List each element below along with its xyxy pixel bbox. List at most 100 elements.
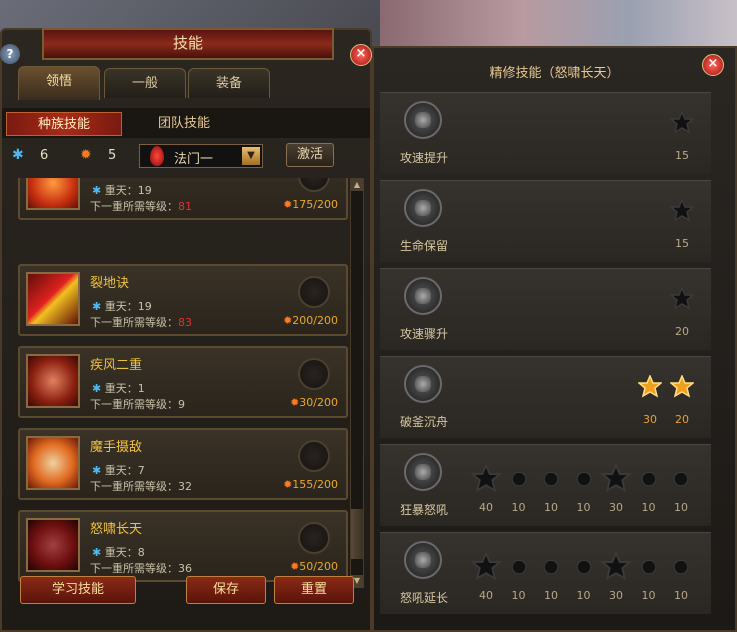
skill-name: 怒啸长天 bbox=[90, 522, 143, 537]
skill-points: ✹155/200 bbox=[283, 478, 338, 491]
star-cost: 10 bbox=[576, 501, 591, 514]
refinement-row[interactable]: 狂暴怒吼 40 10 10 10 30 10 10 bbox=[380, 444, 711, 526]
tab-equipment[interactable]: 装备 bbox=[188, 68, 270, 98]
refinement-name: 怒吼延长 bbox=[399, 591, 448, 605]
method-select-value: 法门一 bbox=[174, 152, 214, 167]
skill-slot[interactable] bbox=[298, 178, 330, 192]
skill-row[interactable]: 怒啸长天 ✱ 重天：8 下一重所需等级：36 ✹50/200 bbox=[18, 510, 348, 582]
subtab-race-skills[interactable]: 种族技能 bbox=[6, 112, 122, 136]
star-cost: 30 bbox=[643, 413, 657, 426]
star-cost: 10 bbox=[641, 501, 656, 514]
flame-icon: ✹ bbox=[80, 147, 92, 163]
star-icon[interactable] bbox=[670, 287, 694, 311]
star-cost: 10 bbox=[511, 589, 526, 602]
star-cost: 15 bbox=[675, 149, 689, 162]
star-cost: 20 bbox=[675, 413, 689, 426]
star-cost: 15 bbox=[675, 237, 689, 250]
beast-head-icon bbox=[404, 453, 442, 491]
star-cost: 10 bbox=[674, 589, 688, 602]
close-icon[interactable]: × bbox=[350, 44, 372, 66]
tab-general[interactable]: 一般 bbox=[104, 68, 186, 98]
refinement-window: 精修技能（怒啸长天） × 攻速提升 15 生命保留 15 攻速骤升 20 破釜沉舟 30 20 狂… bbox=[372, 46, 737, 632]
save-button[interactable]: 保存 bbox=[186, 576, 266, 604]
snowflake-icon: ✱ bbox=[12, 147, 24, 163]
chevron-down-icon[interactable]: ▼ bbox=[242, 147, 260, 165]
background-scenery bbox=[380, 0, 737, 50]
close-icon[interactable]: × bbox=[702, 54, 724, 76]
learn-skill-button[interactable]: 学习技能 bbox=[20, 576, 136, 604]
activate-button[interactable]: 激活 bbox=[286, 143, 334, 167]
reset-button[interactable]: 重置 bbox=[274, 576, 354, 604]
star-icon[interactable] bbox=[601, 464, 631, 494]
skill-slot[interactable] bbox=[298, 522, 330, 554]
fist-skill-icon bbox=[26, 178, 80, 210]
beast-head-icon bbox=[404, 277, 442, 315]
star-icon[interactable] bbox=[670, 111, 694, 135]
refinement-row[interactable]: 怒吼延长 40 10 10 10 30 10 10 bbox=[380, 532, 711, 614]
star-lit-icon[interactable] bbox=[670, 375, 694, 399]
star-icon[interactable] bbox=[640, 558, 658, 576]
refinement-row[interactable]: 攻速骤升 20 bbox=[380, 268, 711, 350]
skill-slot[interactable] bbox=[298, 276, 330, 308]
star-cost: 40 bbox=[479, 501, 493, 514]
skill-slot[interactable] bbox=[298, 358, 330, 390]
star-lit-icon[interactable] bbox=[638, 375, 662, 399]
star-cost: 10 bbox=[511, 501, 526, 514]
star-icon[interactable] bbox=[601, 552, 631, 582]
star-icon[interactable] bbox=[670, 199, 694, 223]
subtab-team-skills[interactable]: 团队技能 bbox=[126, 112, 242, 136]
star-cost: 40 bbox=[479, 589, 493, 602]
skill-next-level: 下一重所需等级：9 bbox=[90, 398, 185, 411]
star-icon[interactable] bbox=[510, 470, 528, 488]
scroll-up-icon[interactable]: ▲ bbox=[351, 179, 363, 191]
skill-name: 裂地诀 bbox=[90, 276, 130, 291]
refinement-name: 生命保留 bbox=[399, 239, 448, 253]
sub-tabs: 种族技能 团队技能 bbox=[2, 108, 370, 138]
window-title: 技能 bbox=[42, 28, 334, 60]
star-icon[interactable] bbox=[471, 464, 501, 494]
skill-row[interactable]: 裂地诀 ✱ 重天：19 下一重所需等级：83 ✹200/200 bbox=[18, 264, 348, 336]
star-cost: 30 bbox=[609, 501, 623, 514]
star-cost: 20 bbox=[675, 325, 689, 338]
skill-name: 魔手摄敌 bbox=[90, 440, 143, 455]
help-icon[interactable]: ? bbox=[0, 44, 20, 64]
skill-points: ✹200/200 bbox=[283, 314, 338, 327]
refinement-name: 攻速提升 bbox=[399, 151, 448, 165]
beast-head-icon bbox=[404, 189, 442, 227]
skill-row[interactable]: 疾风二重 ✱ 重天：1 下一重所需等级：9 ✹30/200 bbox=[18, 346, 348, 418]
beast-head-icon bbox=[404, 101, 442, 139]
palm-skill-icon bbox=[26, 436, 80, 490]
star-icon[interactable] bbox=[672, 470, 690, 488]
gale-skill-icon bbox=[26, 354, 80, 408]
skill-list: ✱ 重天：19 下一重所需等级：81 ✹175/200 裂地诀 ✱ 重天：19 … bbox=[8, 178, 348, 596]
tab-comprehension[interactable]: 领悟 bbox=[18, 66, 100, 100]
star-cost: 10 bbox=[576, 589, 591, 602]
method-select[interactable]: 法门一 ▼ bbox=[139, 144, 263, 168]
skill-row[interactable]: ✱ 重天：19 下一重所需等级：81 ✹175/200 bbox=[18, 178, 348, 220]
star-icon[interactable] bbox=[471, 552, 501, 582]
star-icon[interactable] bbox=[672, 558, 690, 576]
skill-level: ✱ 重天：7 bbox=[92, 464, 145, 477]
star-cost: 10 bbox=[544, 501, 558, 514]
skill-next-level: 下一重所需等级：32 bbox=[90, 480, 192, 493]
scroll-thumb[interactable] bbox=[351, 509, 363, 559]
skill-slot[interactable] bbox=[298, 440, 330, 472]
skill-row[interactable]: 魔手摄敌 ✱ 重天：7 下一重所需等级：32 ✹155/200 bbox=[18, 428, 348, 500]
refinement-row[interactable]: 破釜沉舟 30 20 bbox=[380, 356, 711, 438]
blood-drop-icon bbox=[150, 146, 164, 166]
star-icon[interactable] bbox=[575, 470, 593, 488]
skill-level: ✱ 重天：1 bbox=[92, 382, 145, 395]
star-cost: 10 bbox=[641, 589, 656, 602]
star-icon[interactable] bbox=[575, 558, 593, 576]
beast-head-icon bbox=[404, 541, 442, 579]
refinement-row[interactable]: 攻速提升 15 bbox=[380, 92, 711, 174]
beast-head-icon bbox=[404, 365, 442, 403]
roar-skill-icon bbox=[26, 518, 80, 572]
star-icon[interactable] bbox=[542, 470, 560, 488]
star-icon[interactable] bbox=[542, 558, 560, 576]
star-icon[interactable] bbox=[640, 470, 658, 488]
star-icon[interactable] bbox=[510, 558, 528, 576]
snowflake-count: 6 bbox=[40, 148, 49, 163]
skill-list-scrollbar[interactable]: ▲ ▼ bbox=[350, 178, 364, 588]
refinement-row[interactable]: 生命保留 15 bbox=[380, 180, 711, 262]
